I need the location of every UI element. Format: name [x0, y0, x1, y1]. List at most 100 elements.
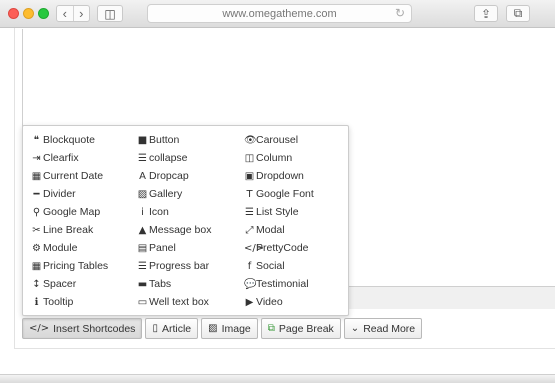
shortcode-label: Well text box	[149, 296, 209, 308]
scissors-icon: ✂	[32, 224, 41, 236]
shortcode-item-line-break[interactable]: ✂ Line Break	[31, 221, 137, 239]
panel-icon: ▤	[137, 242, 148, 254]
file-icon: ▯	[152, 323, 158, 334]
shortcode-label: Google Map	[43, 206, 101, 218]
zoom-window-button[interactable]	[38, 8, 49, 19]
shortcode-item-tooltip[interactable]: ℹ Tooltip	[31, 293, 137, 311]
sidebar-toggle-button[interactable]: ◫	[97, 5, 123, 22]
shortcode-label: Message box	[149, 224, 212, 236]
shortcode-label: Progress bar	[149, 260, 210, 272]
shortcode-item-clearfix[interactable]: ⇥ Clearfix	[31, 149, 137, 167]
shortcode-item-carousel[interactable]: 👁 Carousel	[244, 131, 350, 149]
share-button[interactable]: ⇪	[474, 5, 498, 22]
shortcode-label: Divider	[43, 188, 76, 200]
shortcode-item-spacer[interactable]: ↕ Spacer	[31, 275, 137, 293]
article-label: Article	[161, 322, 192, 335]
address-bar[interactable]: www.omegatheme.com ↻	[147, 4, 412, 23]
shortcode-item-panel[interactable]: ▤ Panel	[137, 239, 244, 257]
shortcode-item-well-text-box[interactable]: ▭ Well text box	[137, 293, 244, 311]
shortcode-item-message-box[interactable]: ▲ Message box	[137, 221, 244, 239]
facebook-icon: f	[247, 260, 252, 272]
shortcode-label: List Style	[256, 206, 299, 218]
shortcode-item-testimonial[interactable]: 💬 Testimonial	[244, 275, 350, 293]
shortcode-label: Column	[256, 152, 293, 164]
shortcode-item-gallery[interactable]: ▨ Gallery	[137, 185, 244, 203]
divider	[14, 348, 555, 349]
info-circle-icon: ℹ	[34, 296, 39, 308]
picture-icon: ▨	[137, 188, 148, 200]
video-camera-icon: ▶	[245, 296, 254, 308]
read-more-label: Read More	[363, 322, 416, 335]
shortcode-item-dropdown[interactable]: ▣ Dropdown	[244, 167, 350, 185]
shortcode-label: Button	[149, 134, 180, 146]
text-height-icon: T	[246, 188, 253, 200]
shortcode-item-google-font[interactable]: T Google Font	[244, 185, 350, 203]
shortcode-item-divider[interactable]: ━ Divider	[31, 185, 137, 203]
shortcode-item-button[interactable]: ■ Button	[137, 131, 244, 149]
shortcode-label: Dropdown	[256, 170, 304, 182]
arrows-v-icon: ↕	[32, 278, 41, 290]
image-button[interactable]: ▨ Image	[201, 318, 258, 339]
minimize-window-button[interactable]	[23, 8, 34, 19]
shortcode-label: Blockquote	[43, 134, 95, 146]
shortcode-item-video[interactable]: ▶ Video	[244, 293, 350, 311]
divider	[14, 28, 15, 348]
shortcode-item-tabs[interactable]: ▬ Tabs	[137, 275, 244, 293]
square-o-icon: ▭	[137, 296, 148, 308]
shortcode-item-google-map[interactable]: ⚲ Google Map	[31, 203, 137, 221]
shortcode-item-column[interactable]: ◫ Column	[244, 149, 350, 167]
back-icon[interactable]: ‹	[57, 6, 74, 21]
caret-square-icon: ▣	[244, 170, 255, 182]
page-break-label: Page Break	[278, 322, 334, 335]
reload-icon[interactable]: ↻	[395, 6, 405, 20]
tabs-overview-button[interactable]: ⧉	[506, 5, 530, 22]
shortcode-label: Current Date	[43, 170, 104, 182]
shortcode-item-progress-bar[interactable]: ☰ Progress bar	[137, 257, 244, 275]
url-text: www.omegatheme.com	[222, 7, 337, 20]
code-icon: </>	[29, 323, 50, 334]
close-window-button[interactable]	[8, 8, 19, 19]
read-more-button[interactable]: ⌄ Read More	[343, 318, 423, 339]
shortcode-item-current-date[interactable]: ▦ Current Date	[31, 167, 137, 185]
page-break-button[interactable]: ⧉ Page Break	[260, 318, 341, 339]
shortcode-label: Tooltip	[43, 296, 74, 308]
shortcode-label: Video	[256, 296, 283, 308]
shortcode-label: Icon	[149, 206, 169, 218]
shortcode-item-prettycode[interactable]: </> PrettyCode	[244, 239, 350, 257]
browser-toolbar: ‹ › ◫ www.omegatheme.com ↻ ⇪ ⧉	[0, 0, 555, 28]
shortcode-label: Spacer	[43, 278, 77, 290]
image-label: Image	[221, 322, 251, 335]
shortcode-label: collapse	[149, 152, 188, 164]
shortcode-item-blockquote[interactable]: ❝ Blockquote	[31, 131, 137, 149]
shortcode-item-modal[interactable]: ⤢ Modal	[244, 221, 350, 239]
shortcode-label: Modal	[256, 224, 285, 236]
sign-in-icon: ⇥	[32, 152, 41, 164]
shortcode-item-pricing-tables[interactable]: ▦ Pricing Tables	[31, 257, 137, 275]
forward-icon[interactable]: ›	[74, 6, 90, 21]
shortcode-item-social[interactable]: f Social	[244, 257, 350, 275]
shortcode-item-dropcap[interactable]: A Dropcap	[137, 167, 244, 185]
shortcode-label: Pricing Tables	[43, 260, 109, 272]
shortcode-label: Clearfix	[43, 152, 79, 164]
window-bottom-edge	[0, 374, 555, 383]
article-button[interactable]: ▯ Article	[145, 318, 199, 339]
list-ul-icon: ☰	[245, 206, 254, 218]
insert-shortcodes-button[interactable]: </> Insert Shortcodes	[22, 318, 143, 339]
shortcode-label: Social	[256, 260, 285, 272]
shortcode-item-icon[interactable]: i Icon	[137, 203, 244, 221]
shortcode-label: Tabs	[149, 278, 172, 290]
shortcode-item-collapse[interactable]: ☰ collapse	[137, 149, 244, 167]
picture-icon: ▨	[208, 323, 218, 334]
columns-icon: ◫	[244, 152, 255, 164]
cubes-icon: ⚙	[32, 242, 41, 254]
copy-icon: ⧉	[267, 323, 275, 334]
shortcode-label: Panel	[149, 242, 176, 254]
shortcode-label: Carousel	[256, 134, 299, 146]
shortcode-item-list-style[interactable]: ☰ List Style	[244, 203, 350, 221]
shortcode-label: Testimonial	[256, 278, 309, 290]
warning-icon: ▲	[138, 224, 147, 236]
tasks-icon: ☰	[138, 260, 147, 272]
shortcode-item-module[interactable]: ⚙ Module	[31, 239, 137, 257]
table-icon: ▦	[31, 260, 42, 272]
shortcode-label: PrettyCode	[256, 242, 309, 254]
